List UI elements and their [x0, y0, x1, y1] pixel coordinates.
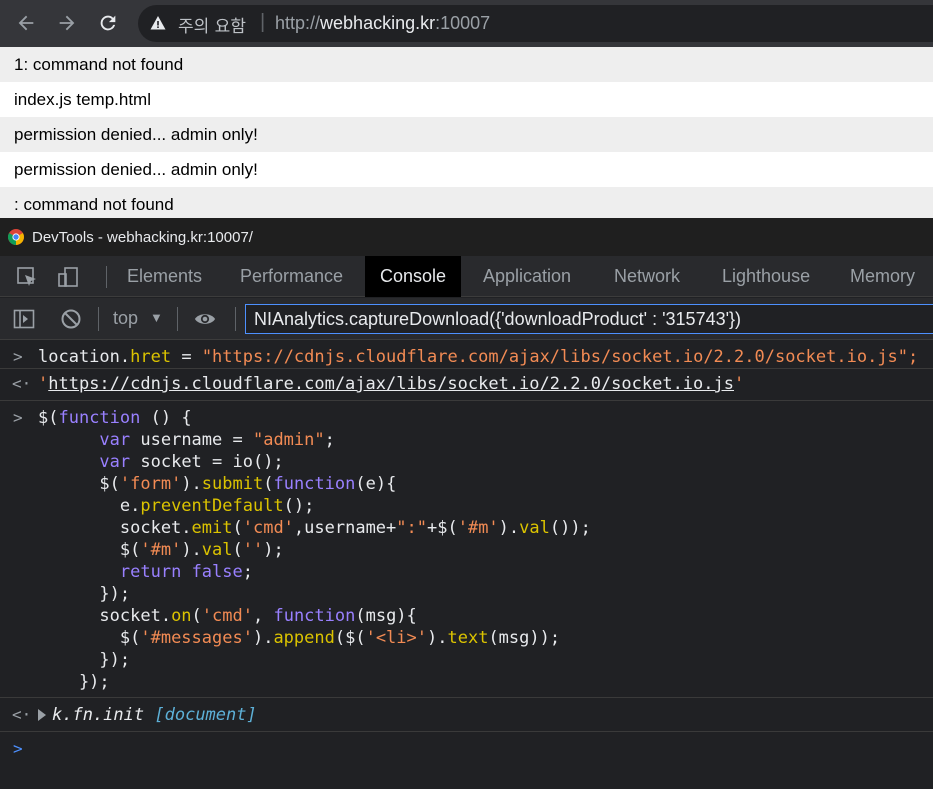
code-line: }); [38, 584, 131, 604]
context-selector[interactable]: top [113, 308, 138, 329]
tab-lighthouse[interactable]: Lighthouse [707, 256, 825, 297]
toolbar-separator [177, 307, 178, 331]
expand-triangle-icon[interactable] [38, 709, 46, 721]
security-status-label[interactable]: 주의 요함 [178, 12, 246, 37]
prompt-chevron-icon: > [13, 739, 23, 758]
message-item: index.js temp.html [14, 89, 151, 109]
back-button[interactable] [12, 9, 40, 37]
result-quote: ' [38, 374, 49, 394]
tab-console[interactable]: Console [365, 256, 462, 297]
arrow-left-icon [18, 15, 34, 31]
toolbar-separator [235, 307, 236, 331]
address-separator: | [260, 11, 266, 33]
tab-divider [106, 266, 107, 288]
tab-performance[interactable]: Performance [225, 256, 358, 297]
devtools-titlebar: DevTools - webhacking.kr:10007/ [0, 218, 933, 256]
code-line: $('#messages').append($('<li>').text(msg… [38, 628, 561, 648]
chrome-logo-icon [8, 229, 24, 245]
console-input-entry: > $(function () { var username = "admin";… [0, 401, 933, 698]
toolbar-separator [98, 307, 99, 331]
console-line: <· k.fn.init [document] [0, 704, 933, 726]
url-text[interactable]: http://webhacking.kr:10007 [275, 13, 490, 34]
tab-elements[interactable]: Elements [112, 256, 217, 297]
result-quote: ' [734, 374, 745, 394]
input-chevron-icon: > [13, 347, 23, 366]
console-prompt[interactable]: > [0, 738, 933, 760]
warning-icon[interactable] [150, 15, 166, 31]
dropdown-arrow-icon[interactable]: ▼ [150, 310, 163, 325]
reload-icon [100, 15, 116, 31]
tab-memory[interactable]: Memory [835, 256, 930, 297]
code-line: $('form').submit(function(e){ [38, 474, 397, 494]
result-chevron-icon: <· [12, 705, 32, 724]
console-toolbar: top ▼ NIAnalytics.captureDownload({'down… [0, 298, 933, 340]
address-bar[interactable]: 주의 요함 | http://webhacking.kr:10007 [138, 5, 933, 42]
result-url-link[interactable]: https://cdnjs.cloudflare.com/ajax/libs/s… [48, 374, 734, 394]
url-host: webhacking.kr [320, 13, 436, 33]
inspect-element-icon[interactable] [16, 266, 38, 288]
url-scheme: http:// [275, 13, 321, 33]
message-item: : command not found [0, 187, 933, 218]
clear-console-icon[interactable] [60, 308, 82, 330]
result-arg[interactable]: [document] [154, 705, 256, 725]
arrow-right-icon [59, 15, 75, 31]
code-line: > $(function () { [13, 408, 192, 428]
console-result-entry: <· 'https://cdnjs.cloudflare.com/ajax/lib… [0, 369, 933, 401]
sidebar-toggle-icon[interactable] [13, 308, 35, 330]
device-toolbar-icon[interactable] [57, 266, 79, 288]
console-line: > location.hret = "https://cdnjs.cloudfla… [13, 347, 919, 367]
code-string: "https://cdnjs.cloudflare.com/ajax/libs/… [201, 347, 919, 367]
tab-application[interactable]: Application [468, 256, 586, 297]
code-op: = [171, 347, 202, 367]
message-item: 1: command not found [0, 47, 933, 82]
console-filter-input[interactable]: NIAnalytics.captureDownload({'downloadPr… [245, 304, 933, 334]
tab-network[interactable]: Network [599, 256, 695, 297]
code-obj: location [38, 347, 120, 367]
code-line: e.preventDefault(); [38, 496, 315, 516]
code-line: }); [38, 650, 131, 670]
code-line: socket.emit('cmd',username+":"+$('#m').v… [38, 518, 591, 538]
code-line: }); [38, 672, 110, 692]
console-input-entry: > location.hret = "https://cdnjs.cloudfla… [0, 340, 933, 369]
page-content: 1: command not found index.js temp.html … [0, 47, 933, 218]
devtools-tabbar: Elements Performance Console Application… [0, 256, 933, 297]
input-chevron-icon: > [13, 408, 23, 427]
reload-button[interactable] [94, 9, 122, 37]
devtools-title: DevTools - webhacking.kr:10007/ [32, 229, 253, 246]
browser-toolbar: 주의 요함 | http://webhacking.kr:10007 [0, 0, 933, 47]
message-item: permission denied... admin only! [0, 117, 933, 152]
code-line: return false; [119, 562, 253, 582]
console-line: <· 'https://cdnjs.cloudflare.com/ajax/lib… [0, 373, 933, 395]
code-line: socket.on('cmd', function(msg){ [38, 606, 417, 626]
code-line: $('#m').val(''); [38, 540, 284, 560]
console-result-entry: <· k.fn.init [document] [0, 698, 933, 732]
code-line: var socket = io(); [99, 452, 284, 472]
result-func[interactable]: k.fn.init [52, 705, 144, 725]
result-chevron-icon: <· [12, 374, 32, 393]
code-prop: hret [130, 347, 172, 367]
url-port: :10007 [435, 13, 491, 33]
message-item: permission denied... admin only! [14, 159, 258, 179]
console-output: > location.hret = "https://cdnjs.cloudfla… [0, 340, 933, 789]
live-expression-eye-icon[interactable] [194, 308, 216, 330]
forward-button[interactable] [53, 9, 81, 37]
code-line: var username = "admin"; [99, 430, 335, 450]
